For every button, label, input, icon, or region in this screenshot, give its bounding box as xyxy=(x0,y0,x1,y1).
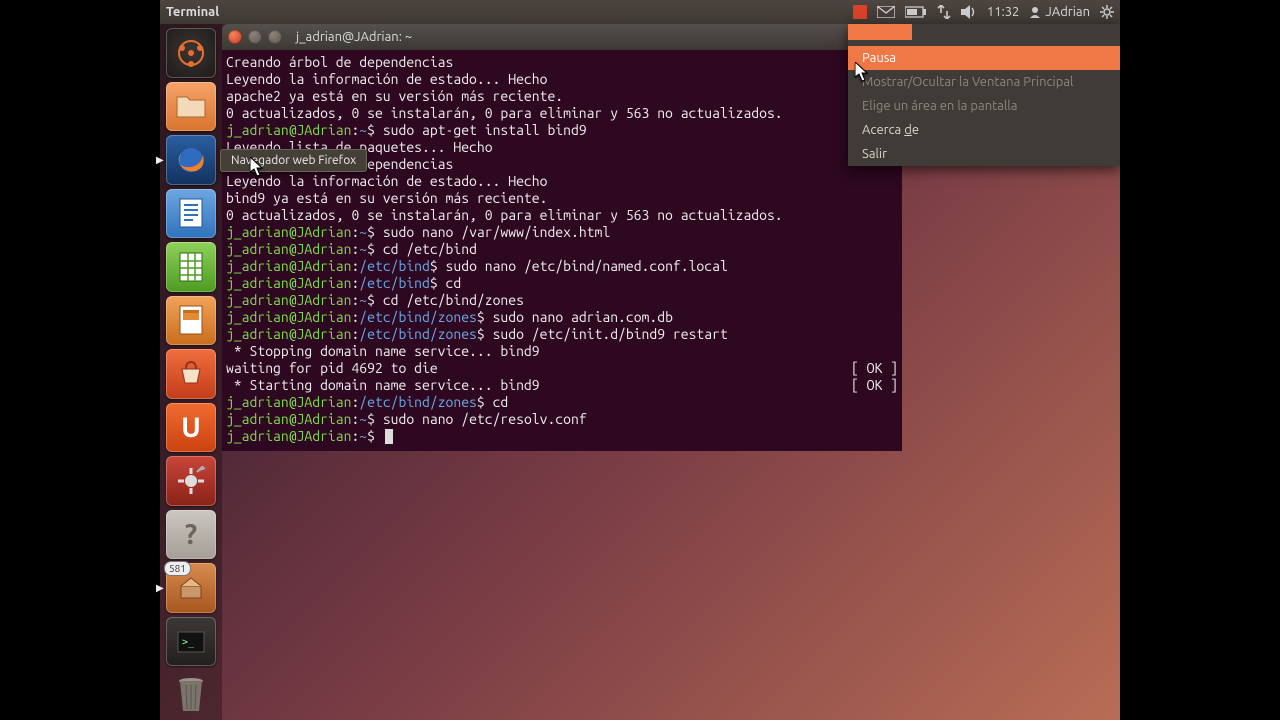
menu-item-toggle-window[interactable]: Mostrar/Ocultar la Ventana Principal xyxy=(848,70,1120,94)
libreoffice-writer-icon[interactable] xyxy=(166,189,216,239)
terminal-line: j_adrian@JAdrian:/etc/bind$ sudo nano /e… xyxy=(226,258,898,275)
menu-item-quit[interactable]: Salir xyxy=(848,142,1120,166)
terminal-line: * Stopping domain name service... bind9 xyxy=(226,343,898,360)
terminal-content[interactable]: Creando árbol de dependencias Leyendo la… xyxy=(222,50,902,451)
terminal-launcher-icon[interactable]: >_ xyxy=(166,617,216,667)
terminal-window: j_adrian@JAdrian: ~ Creando árbol de dep… xyxy=(222,24,902,451)
terminal-line: j_adrian@JAdrian:~$ cd /etc/bind/zones xyxy=(226,292,898,309)
terminal-line: * Starting domain name service... bind9[… xyxy=(226,377,898,394)
libreoffice-calc-icon[interactable] xyxy=(166,242,216,292)
terminal-line: j_adrian@JAdrian:~$ sudo nano /var/www/i… xyxy=(226,224,898,241)
terminal-line: Leyendo la información de estado... Hech… xyxy=(226,173,898,190)
dash-home-icon[interactable] xyxy=(166,28,216,78)
menu-item-select-area[interactable]: Elige un área en la pantalla xyxy=(848,94,1120,118)
cursor-icon xyxy=(250,157,264,177)
cursor-icon xyxy=(855,62,869,82)
nautilus-icon[interactable] xyxy=(166,82,216,132)
running-indicator-icon: ▶ xyxy=(156,154,164,166)
unity-launcher: ▶ Navegador web Firefox U ? ▶ 581 >_ xyxy=(160,24,222,720)
menu-item-about[interactable]: Acerca de xyxy=(848,118,1120,142)
indicator-menu: Pausa Mostrar/Ocultar la Ventana Princip… xyxy=(848,24,1120,166)
libreoffice-impress-icon[interactable] xyxy=(166,296,216,346)
window-minimize-button[interactable] xyxy=(248,30,262,44)
window-titlebar[interactable]: j_adrian@JAdrian: ~ xyxy=(222,24,902,50)
software-center-icon[interactable] xyxy=(166,349,216,399)
terminal-cursor xyxy=(385,429,393,444)
menu-item-pausa[interactable]: Pausa xyxy=(848,46,1120,70)
terminal-line: j_adrian@JAdrian:/etc/bind/zones$ sudo n… xyxy=(226,309,898,326)
terminal-line: j_adrian@JAdrian:/etc/bind/zones$ cd xyxy=(226,394,898,411)
system-gear-icon[interactable] xyxy=(1100,5,1114,19)
record-indicator[interactable] xyxy=(853,5,867,19)
user-menu[interactable]: JAdrian xyxy=(1029,5,1090,19)
terminal-line: j_adrian@JAdrian:~$ cd /etc/bind xyxy=(226,241,898,258)
terminal-line: bind9 ya está en su versión más reciente… xyxy=(226,190,898,207)
terminal-line: j_adrian@JAdrian:~$ sudo nano /etc/resol… xyxy=(226,411,898,428)
network-icon[interactable] xyxy=(937,5,951,19)
window-maximize-button[interactable] xyxy=(268,30,282,44)
terminal-line: j_adrian@JAdrian:/etc/bind$ cd xyxy=(226,275,898,292)
terminal-line: j_adrian@JAdrian:~$ sudo apt-get install… xyxy=(226,122,898,139)
terminal-line: 0 actualizados, 0 se instalarán, 0 para … xyxy=(226,207,898,224)
clock[interactable]: 11:32 xyxy=(987,5,1020,19)
svg-text:>_: >_ xyxy=(182,637,195,648)
terminal-line: apache2 ya está en su versión más recien… xyxy=(226,88,898,105)
running-indicator-icon: ▶ xyxy=(156,582,164,594)
trash-icon[interactable] xyxy=(166,670,216,720)
system-settings-icon[interactable] xyxy=(166,456,216,506)
ubuntu-one-icon[interactable]: U xyxy=(166,403,216,453)
terminal-line: j_adrian@JAdrian:/etc/bind/zones$ sudo /… xyxy=(226,326,898,343)
firefox-icon[interactable]: ▶ Navegador web Firefox xyxy=(166,135,216,185)
terminal-line: j_adrian@JAdrian:~$ xyxy=(226,428,898,445)
software-updater-icon[interactable]: ▶ 581 xyxy=(166,563,216,613)
terminal-line: Creando árbol de dependencias xyxy=(226,54,898,71)
terminal-line: Leyendo la información de estado... Hech… xyxy=(226,71,898,88)
launcher-tooltip: Navegador web Firefox xyxy=(220,149,367,172)
terminal-line: 0 actualizados, 0 se instalarán, 0 para … xyxy=(226,105,898,122)
menu-header xyxy=(848,24,1120,46)
mail-icon[interactable] xyxy=(877,6,895,18)
window-title: j_adrian@JAdrian: ~ xyxy=(296,30,412,44)
volume-icon[interactable] xyxy=(961,5,977,19)
battery-icon[interactable] xyxy=(905,6,927,18)
active-app-title: Terminal xyxy=(166,5,219,19)
update-count-badge: 581 xyxy=(164,561,191,576)
terminal-line: waiting for pid 4692 to die[ OK ] xyxy=(226,360,898,377)
window-close-button[interactable] xyxy=(228,30,242,44)
help-icon[interactable]: ? xyxy=(166,510,216,560)
top-panel: Terminal 11:32 JAdrian xyxy=(160,0,1120,24)
